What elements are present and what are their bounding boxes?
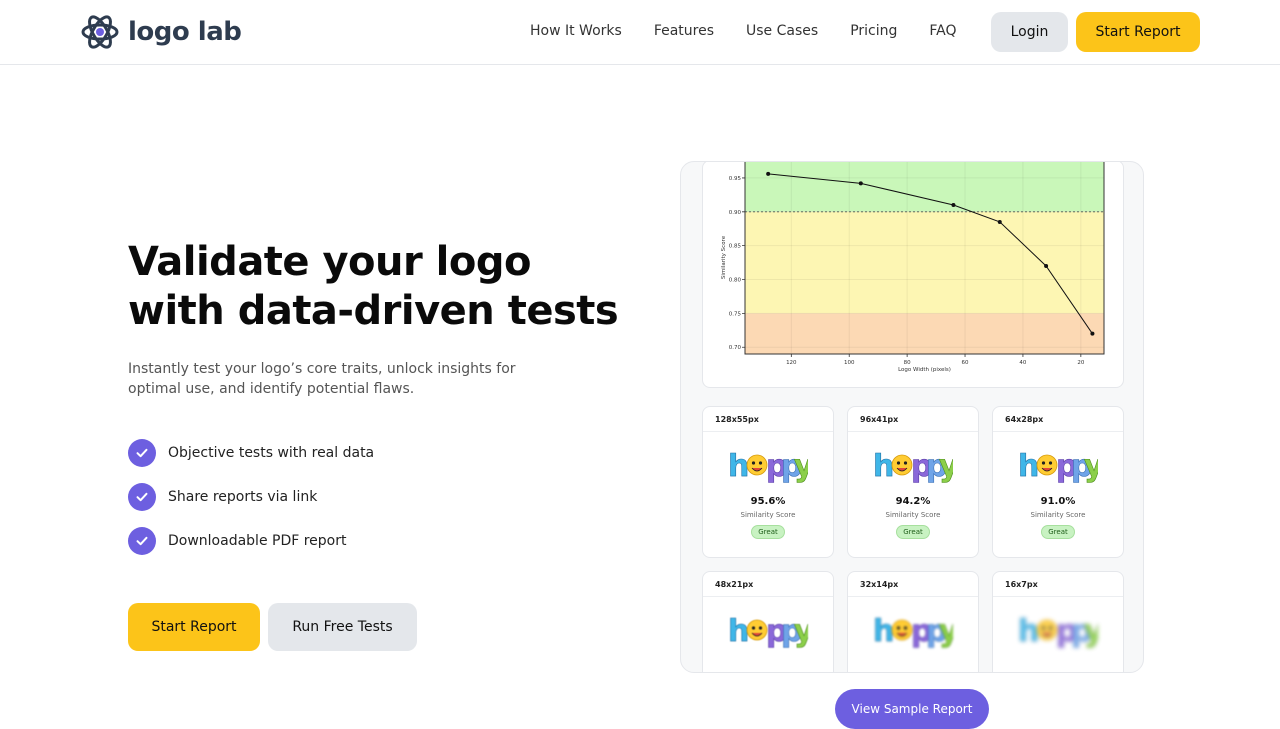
chart-y-tick-label: 0.70 (729, 345, 742, 351)
nav-how-it-works[interactable]: How It Works (530, 23, 622, 39)
size-label: 16x7px (993, 572, 1123, 597)
size-label: 128x55px (703, 407, 833, 432)
feature-text: Objective tests with real data (168, 445, 375, 461)
brand-name: logo lab (128, 17, 242, 47)
size-label: 64x28px (993, 407, 1123, 432)
run-free-tests-button[interactable]: Run Free Tests (268, 603, 417, 651)
rating-badge: Great (896, 525, 930, 539)
chart-data-point (951, 203, 956, 208)
chart-x-axis-label: Logo Width (pixels) (898, 367, 951, 373)
happy-logo-icon (873, 613, 953, 649)
size-label: 48x21px (703, 572, 833, 597)
similarity-label: Similarity Score (740, 511, 796, 519)
feature-item: Objective tests with real data (128, 439, 374, 467)
similarity-label: Similarity Score (885, 511, 941, 519)
chart-y-tick-label: 0.80 (729, 278, 742, 284)
chart-y-tick-label: 0.85 (729, 244, 742, 250)
similarity-score: 95.6% (750, 496, 786, 507)
nav-faq[interactable]: FAQ (929, 23, 956, 39)
feature-item: Share reports via link (128, 483, 374, 511)
size-label: 32x14px (848, 572, 978, 597)
size-card: 48x21px (702, 571, 834, 672)
nav-pricing[interactable]: Pricing (850, 23, 897, 39)
chart-data-point (858, 181, 863, 186)
chart-zone-band (745, 211, 1104, 314)
happy-logo-icon (728, 448, 808, 484)
size-card: 64x28px 91.0% Similarity Score Great (992, 406, 1124, 558)
check-circle-icon (128, 483, 156, 511)
view-sample-report-button[interactable]: View Sample Report (835, 689, 989, 729)
check-circle-icon (128, 527, 156, 555)
chart-y-tick-label: 0.75 (729, 311, 742, 317)
start-report-header-button[interactable]: Start Report (1076, 12, 1200, 52)
chart-x-tick-label: 40 (1019, 360, 1026, 366)
size-card: 32x14px (847, 571, 979, 672)
size-card: 16x7px (992, 571, 1124, 672)
chart-y-tick-label: 0.90 (729, 210, 742, 216)
start-report-button[interactable]: Start Report (128, 603, 260, 651)
happy-logo-icon (873, 448, 953, 484)
size-card: 96x41px 94.2% Similarity Score Great (847, 406, 979, 558)
hero-title-line-1: Validate your logo (128, 239, 531, 285)
atom-logo-icon (81, 15, 119, 49)
chart-zone-band (745, 162, 1104, 212)
size-card: 128x55px 95.6% Similarity Score Great (702, 406, 834, 558)
feature-text: Share reports via link (168, 489, 318, 505)
chart-data-point (997, 219, 1002, 224)
sample-report-preview[interactable]: 0.95 0.90 0.85 0.80 0.75 0.70 120 100 80 60 40 20 Lo… (680, 161, 1144, 673)
chart-x-tick-label: 100 (844, 360, 855, 366)
similarity-score: 91.0% (1040, 496, 1076, 507)
hero-title: Validate your logo with data-driven test… (128, 238, 628, 336)
chart-data-point (1044, 263, 1049, 268)
main-nav: How It Works Features Use Cases Pricing … (530, 23, 957, 39)
chart-data-point (1090, 331, 1095, 336)
rating-badge: Great (1041, 525, 1075, 539)
login-button[interactable]: Login (991, 12, 1068, 52)
chart-y-axis-label: Similarity Score (721, 235, 727, 279)
similarity-chart: 0.95 0.90 0.85 0.80 0.75 0.70 120 100 80 60 40 20 Lo… (721, 162, 1105, 373)
chart-zone-band (745, 313, 1104, 354)
similarity-label: Similarity Score (1030, 511, 1086, 519)
chart-data-point (766, 171, 771, 176)
similarity-score: 94.2% (895, 496, 931, 507)
chart-y-tick-label: 0.95 (729, 176, 742, 182)
hero-subtitle: Instantly test your logo’s core traits, … (128, 361, 516, 397)
rating-badge: Great (751, 525, 785, 539)
chart-x-tick-label: 80 (904, 360, 911, 366)
nav-features[interactable]: Features (654, 23, 714, 39)
nav-use-cases[interactable]: Use Cases (746, 23, 818, 39)
check-circle-icon (128, 439, 156, 467)
feature-list: Objective tests with real data Share rep… (128, 439, 374, 571)
happy-logo-icon (728, 613, 808, 649)
size-label: 96x41px (848, 407, 978, 432)
hero-title-line-2: with data-driven tests (128, 288, 619, 334)
similarity-chart-card: 0.95 0.90 0.85 0.80 0.75 0.70 120 100 80 60 40 20 Lo… (702, 162, 1124, 388)
feature-item: Downloadable PDF report (128, 527, 374, 555)
happy-logo-icon (1018, 448, 1098, 484)
chart-x-tick-label: 120 (786, 360, 797, 366)
chart-x-tick-label: 60 (962, 360, 969, 366)
happy-logo-icon (1018, 613, 1098, 649)
brand-logo[interactable]: logo lab (80, 12, 242, 52)
chart-x-tick-label: 20 (1077, 360, 1084, 366)
site-header: logo lab How It Works Features Use Cases… (0, 0, 1280, 65)
feature-text: Downloadable PDF report (168, 533, 347, 549)
